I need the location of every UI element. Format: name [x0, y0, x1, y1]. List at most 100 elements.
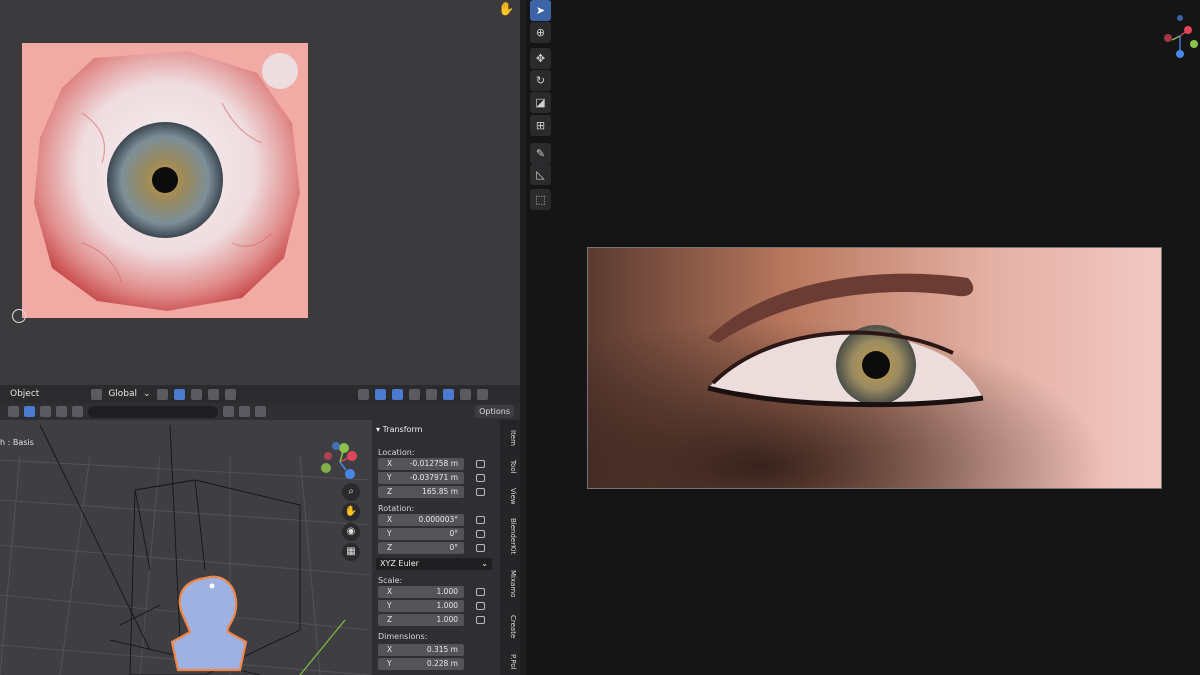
location-z-field[interactable]: Z 165.85 m: [378, 486, 464, 498]
hierarchy-icon[interactable]: [239, 406, 250, 417]
tab-blenderkit[interactable]: BlenderKit: [503, 518, 517, 554]
select-icon[interactable]: ➤: [530, 0, 551, 21]
transform-icon[interactable]: ⊞: [530, 115, 551, 136]
scale-x-field[interactable]: X 1.000: [378, 586, 464, 598]
axis-label: Z: [387, 543, 393, 552]
pivot-icon[interactable]: [156, 388, 168, 400]
viewport-scene[interactable]: [0, 420, 370, 675]
lock-icon[interactable]: [476, 544, 485, 552]
image-icon[interactable]: [40, 406, 51, 417]
dimensions-label: Dimensions:: [378, 632, 428, 641]
overlay-toggle-icon[interactable]: [391, 388, 403, 400]
sidebar-panel: ▾ Transform Location: X -0.012758 m Y -0.0…: [372, 420, 502, 675]
field-value: 0.315 m: [426, 645, 458, 654]
lock-icon[interactable]: [476, 602, 485, 610]
options-dropdown[interactable]: Options: [475, 405, 514, 418]
hand-icon[interactable]: ✋: [342, 503, 360, 521]
snap-target-icon[interactable]: [190, 388, 202, 400]
tab-mixamo[interactable]: Mixamo: [503, 570, 517, 598]
annotate-icon[interactable]: ✎: [530, 143, 551, 164]
grid-perspective-icon[interactable]: ▦: [342, 543, 360, 561]
rotation-y-field[interactable]: Y 0°: [378, 528, 464, 540]
camera-view-icon[interactable]: ◉: [342, 523, 360, 541]
3d-cursor-icon[interactable]: [12, 309, 26, 323]
axis-label: X: [387, 515, 393, 524]
camera-frustum-lines: [39, 424, 301, 675]
tab-create[interactable]: Create: [503, 615, 517, 638]
snap-icon[interactable]: [173, 388, 185, 400]
measure-icon[interactable]: ◺: [530, 164, 551, 185]
location-y-field[interactable]: Y -0.037971 m: [378, 472, 464, 484]
location-label: Location:: [378, 448, 415, 457]
rotation-label: Rotation:: [378, 504, 415, 513]
material-shading-icon[interactable]: [459, 388, 471, 400]
view-object-types-icon[interactable]: [357, 388, 369, 400]
cursor-icon[interactable]: ⊕: [530, 22, 551, 43]
dimensions-x-field[interactable]: X 0.315 m: [378, 644, 464, 656]
rotation-x-field[interactable]: X 0.000003°: [378, 514, 464, 526]
chevron-down-icon[interactable]: ⌄: [143, 389, 151, 399]
gizmo-toggle-icon[interactable]: [374, 388, 386, 400]
lock-icon[interactable]: [476, 460, 485, 468]
lock-icon[interactable]: [476, 488, 485, 496]
viewport-header: Object Global ⌄: [0, 385, 520, 403]
zoom-icon[interactable]: ⌕: [342, 483, 360, 501]
transform-panel-header[interactable]: ▾ Transform: [376, 425, 422, 434]
rotation-mode-select[interactable]: XYZ Euler ⌄: [376, 558, 492, 570]
wireframe-shading-icon[interactable]: [425, 388, 437, 400]
scale-z-field[interactable]: Z 1.000: [378, 614, 464, 626]
field-value: 0°: [449, 529, 458, 538]
object-menu[interactable]: Object: [10, 389, 39, 399]
field-value: 0.000003°: [418, 515, 458, 524]
tab-tool[interactable]: Tool: [503, 460, 517, 474]
select-box-icon[interactable]: [24, 406, 35, 417]
rendered-eye-image: [588, 248, 1161, 488]
rotation-z-field[interactable]: Z 0°: [378, 542, 464, 554]
navigation-gizmo[interactable]: [316, 440, 362, 484]
hand-icon[interactable]: ✋: [498, 2, 514, 18]
search-input[interactable]: [88, 405, 218, 418]
location-x-field[interactable]: X -0.012758 m: [378, 458, 464, 470]
camera-icon[interactable]: [56, 406, 67, 417]
dimensions-y-field[interactable]: Y 0.228 m: [378, 658, 464, 670]
navigation-gizmo-right[interactable]: [1160, 14, 1200, 64]
lock-icon[interactable]: [476, 516, 485, 524]
xray-icon[interactable]: [408, 388, 420, 400]
tool-shelf: ➤ ⊕ ✥ ↻ ◪ ⊞ ✎ ◺ ⬚: [528, 0, 552, 210]
bookmark-icon[interactable]: [223, 406, 234, 417]
lock-icon[interactable]: [476, 588, 485, 596]
filter-icon[interactable]: [8, 406, 19, 417]
sidebar-tabs: Item Tool View BlenderKit Mixamo Create …: [500, 420, 520, 675]
axis-label: Y: [387, 659, 392, 668]
field-value: -0.037971 m: [409, 473, 458, 482]
field-value: 1.000: [436, 587, 458, 596]
tab-ppol[interactable]: P.Pol: [503, 654, 517, 670]
transform-orientation-dropdown[interactable]: Global: [108, 389, 137, 399]
transform-title: Transform: [382, 425, 423, 434]
axis-label: X: [387, 587, 393, 596]
rendered-shading-icon[interactable]: [476, 388, 488, 400]
lock-icon[interactable]: [476, 616, 485, 624]
light-icon[interactable]: [72, 406, 83, 417]
add-cube-icon[interactable]: ⬚: [530, 189, 551, 210]
scale-icon[interactable]: ◪: [530, 92, 551, 113]
solid-shading-icon[interactable]: [442, 388, 454, 400]
tab-view[interactable]: View: [503, 488, 517, 505]
scale-y-field[interactable]: Y 1.000: [378, 600, 464, 612]
image-editor[interactable]: ✋: [0, 0, 520, 385]
tab-item[interactable]: Item: [503, 430, 517, 446]
rotation-mode-value: XYZ Euler: [380, 559, 419, 568]
proportional-edit-icon[interactable]: [207, 388, 219, 400]
lock-icon[interactable]: [476, 474, 485, 482]
field-value: 1.000: [436, 601, 458, 610]
axis-label: X: [387, 459, 393, 468]
falloff-icon[interactable]: [224, 388, 236, 400]
lock-icon[interactable]: [476, 530, 485, 538]
move-icon[interactable]: ✥: [530, 48, 551, 69]
funnel-icon[interactable]: [255, 406, 266, 417]
eye-texture-image: [22, 43, 308, 318]
axis-label: Y: [387, 529, 392, 538]
rotate-icon[interactable]: ↻: [530, 70, 551, 91]
field-value: 165.85 m: [422, 487, 458, 496]
head-bust-model[interactable]: [170, 575, 248, 672]
